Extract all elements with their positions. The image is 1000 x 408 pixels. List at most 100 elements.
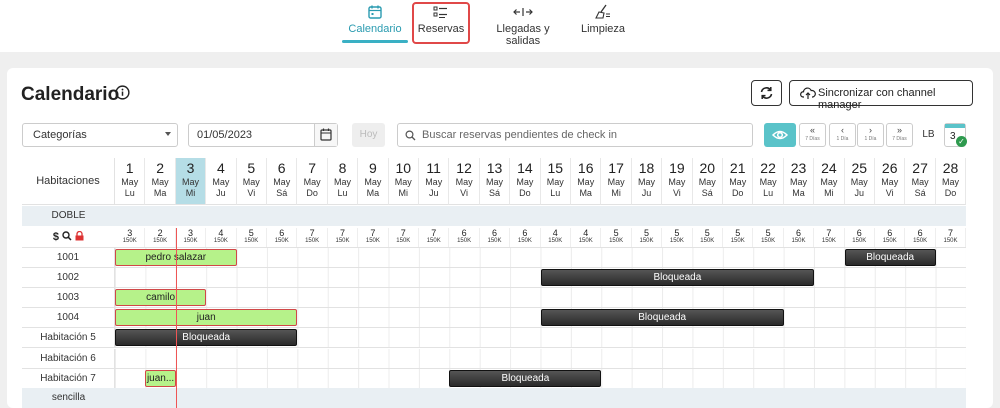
availability-cell[interactable]: 7 150K [419,228,450,247]
day-header-cell[interactable]: 7 May Do [297,158,328,205]
availability-cell[interactable]: 3 150K [176,228,207,247]
availability-cell[interactable]: 2 150K [145,228,176,247]
day-header-cell[interactable]: 3 May Mi [175,158,207,205]
day-number: 7 [308,160,316,176]
tab-llegadas-salidas[interactable]: Llegadas y salidas [478,4,568,47]
day-header-cell[interactable]: 20 May Sá [692,158,723,205]
availability-cell[interactable]: 6 150K [784,228,815,247]
day-header-cell[interactable]: 25 May Ju [844,158,875,205]
availability-cell[interactable]: 5 150K [723,228,754,247]
room-day-cells[interactable] [115,348,966,368]
room-day-cells[interactable] [115,288,966,308]
day-header-cell[interactable]: 6 May Sá [267,158,298,205]
availability-cell[interactable]: 4 150K [206,228,237,247]
blocked-period[interactable]: Bloqueada [540,309,784,327]
available-count: 5 [765,228,771,238]
day-header-cell[interactable]: 16 May Ma [571,158,602,205]
day-number: 16 [577,160,594,176]
availability-cell[interactable]: 5 150K [693,228,723,247]
availability-cell[interactable]: 7 150K [328,228,359,247]
blocked-period[interactable]: Bloqueada [115,329,298,347]
day-header-cell[interactable]: 26 May Vi [875,158,906,205]
day-header-cell[interactable]: 22 May Lu [753,158,784,205]
day-header-cell[interactable]: 13 May Sá [479,158,511,205]
availability-cell[interactable]: 7 150K [814,228,845,247]
day-header-cell[interactable]: 23 May Ma [783,158,815,205]
availability-cell[interactable]: 6 150K [905,228,936,247]
reservation-bar[interactable]: camilo [115,289,207,307]
group-row-sencilla: sencilla [22,388,966,408]
reservation-bar[interactable]: juan [115,309,298,327]
day-header-cell[interactable]: 28 May Do [935,158,967,205]
rate-value: 150K [730,238,745,244]
prev-1-day-button[interactable]: ‹ 1 Día [829,123,856,147]
price-icon[interactable]: $ [53,231,59,243]
availability-cell[interactable]: 5 150K [237,228,267,247]
day-header-cell[interactable]: 18 May Ju [631,158,663,205]
availability-cell[interactable]: 5 150K [632,228,663,247]
day-header-cell[interactable]: 5 May Vi [236,158,267,205]
availability-cell[interactable]: 6 150K [875,228,906,247]
availability-cell[interactable]: 7 150K [389,228,419,247]
availability-cell[interactable]: 5 150K [753,228,784,247]
availability-cell[interactable]: 6 150K [267,228,298,247]
day-header-cell[interactable]: 4 May Ju [206,158,237,205]
day-header-cell[interactable]: 8 May Lu [327,158,359,205]
today-button[interactable]: Hoy [352,123,385,147]
lock-icon[interactable] [75,230,84,241]
day-header-cell[interactable]: 2 May Ma [145,158,176,205]
info-icon[interactable] [115,85,130,100]
search-input[interactable]: Buscar reservas pendientes de check in [397,123,753,147]
availability-cell[interactable]: 5 150K [662,228,693,247]
search-icon[interactable] [62,231,72,241]
available-count: 7 [826,228,832,238]
tab-limpieza[interactable]: Limpieza [576,4,630,44]
day-header-cell[interactable]: 10 May Mi [388,158,419,205]
day-weekday: Vi [672,188,681,198]
day-header-cell[interactable]: 24 May Mi [814,158,845,205]
day-weekday: Ju [216,188,226,198]
day-header-cell[interactable]: 1 May Lu [115,158,146,205]
availability-cell[interactable]: 6 150K [845,228,875,247]
search-placeholder: Buscar reservas pendientes de check in [422,129,618,141]
next-7-days-button[interactable]: » 7 Días [886,123,913,147]
date-input[interactable]: 01/05/2023 [188,123,338,147]
visibility-toggle[interactable] [764,123,796,147]
day-header-cell[interactable]: 14 May Do [510,158,541,205]
prev-7-days-button[interactable]: «7 Días [799,123,826,147]
availability-cell[interactable]: 4 150K [541,228,571,247]
availability-cell[interactable]: 7 150K [297,228,328,247]
lb-button[interactable]: LB [920,123,937,147]
room-day-cells[interactable] [115,248,966,267]
day-header-cell[interactable]: 21 May Do [723,158,754,205]
blocked-period[interactable]: Bloqueada [449,369,602,387]
reservation-bar[interactable]: juan... [145,369,176,387]
day-header-cell[interactable]: 12 May Vi [449,158,480,205]
blocked-period[interactable]: Bloqueada [540,269,815,287]
day-header-cell[interactable]: 17 May Mi [601,158,632,205]
refresh-button[interactable] [751,80,782,106]
day-header-cell[interactable]: 27 May Sá [905,158,936,205]
blocked-period[interactable]: Bloqueada [844,249,936,266]
next-1-day-button[interactable]: › 1 Día [857,123,884,147]
category-select[interactable]: Categorías [22,123,178,147]
pending-count-badge[interactable]: 3 ✓ [944,123,967,147]
availability-cell[interactable]: 5 150K [601,228,632,247]
day-header-cell[interactable]: 11 May Ju [419,158,450,205]
day-header-cell[interactable]: 15 May Lu [540,158,571,205]
availability-cell[interactable]: 7 150K [358,228,389,247]
day-header-cell[interactable]: 9 May Ma [358,158,389,205]
availability-cell[interactable]: 6 150K [510,228,541,247]
day-number: 26 [881,160,898,176]
day-header-cell[interactable]: 19 May Vi [662,158,693,205]
availability-cell[interactable]: 7 150K [936,228,967,247]
available-count: 5 [674,228,680,238]
availability-cell[interactable]: 3 150K [115,228,146,247]
day-number: 4 [216,160,225,176]
date-picker-button[interactable] [314,124,337,146]
sync-channel-manager-button[interactable]: Sincronizar con channel manager [789,80,973,111]
availability-cell[interactable]: 6 150K [480,228,511,247]
tab-calendario[interactable]: Calendario [342,4,408,44]
availability-cell[interactable]: 4 150K [571,228,602,247]
availability-cell[interactable]: 6 150K [449,228,480,247]
